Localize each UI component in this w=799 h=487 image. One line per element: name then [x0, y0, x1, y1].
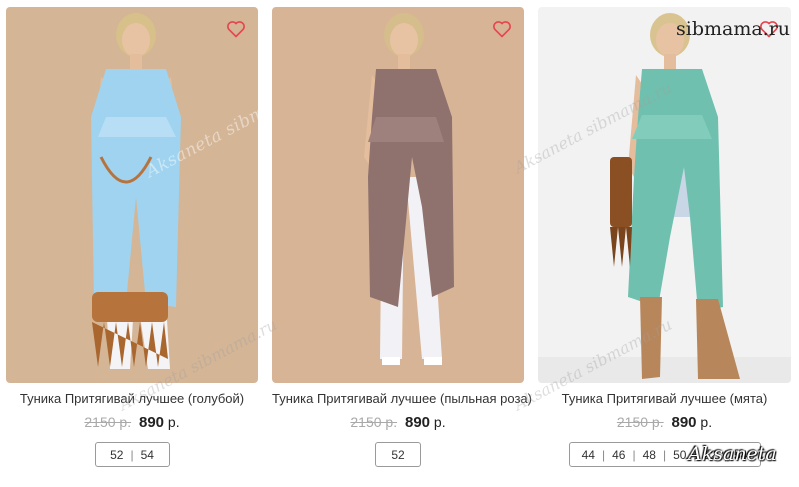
- model-image: [538, 7, 791, 383]
- new-price: 890: [139, 414, 165, 431]
- new-price: 890: [405, 414, 431, 431]
- new-price: 890: [671, 414, 697, 431]
- favorite-heart-icon[interactable]: [226, 19, 246, 39]
- model-image: [272, 7, 524, 383]
- size-option[interactable]: 48: [636, 448, 663, 462]
- product-card[interactable]: Туника Притягивай лучшее (пыльная роза) …: [272, 7, 532, 477]
- product-photo[interactable]: Aksaneta sibmama.ru: [6, 7, 258, 383]
- size-option[interactable]: 52: [103, 448, 130, 462]
- size-selector[interactable]: 52 | 54: [94, 442, 170, 467]
- product-photo[interactable]: [538, 7, 791, 383]
- site-watermark: sibmama.ru: [676, 18, 791, 40]
- product-title[interactable]: Туника Притягивай лучшее (мята): [538, 391, 791, 407]
- size-option[interactable]: 54: [134, 448, 161, 462]
- size-option[interactable]: 44: [575, 448, 602, 462]
- signature-watermark: Aksaneta: [688, 443, 777, 465]
- model-image: [6, 7, 258, 383]
- product-title[interactable]: Туника Притягивай лучшее (пыльная роза): [272, 391, 532, 407]
- size-option[interactable]: 52: [384, 448, 411, 462]
- product-card[interactable]: Туника Притягивай лучшее (мята) 2150 р. …: [538, 7, 791, 477]
- currency-label: р.: [167, 414, 180, 430]
- price-block: 2150 р. 890 р.: [272, 413, 524, 432]
- price-block: 2150 р. 890 р.: [538, 413, 791, 432]
- currency-label: р.: [700, 414, 713, 430]
- currency-label: р.: [433, 414, 446, 430]
- product-photo[interactable]: [272, 7, 524, 383]
- old-price: 2150 р.: [84, 414, 132, 430]
- size-option[interactable]: 46: [605, 448, 632, 462]
- old-price: 2150 р.: [616, 414, 664, 430]
- old-price: 2150 р.: [350, 414, 398, 430]
- size-selector[interactable]: 52: [375, 442, 421, 467]
- favorite-heart-icon[interactable]: [492, 19, 512, 39]
- product-card[interactable]: Aksaneta sibmama.ru Туника Притягивай лу…: [6, 7, 258, 477]
- product-grid: Aksaneta sibmama.ru Туника Притягивай лу…: [0, 0, 799, 487]
- product-title[interactable]: Туника Притягивай лучшее (голубой): [6, 391, 258, 407]
- price-block: 2150 р. 890 р.: [6, 413, 258, 432]
